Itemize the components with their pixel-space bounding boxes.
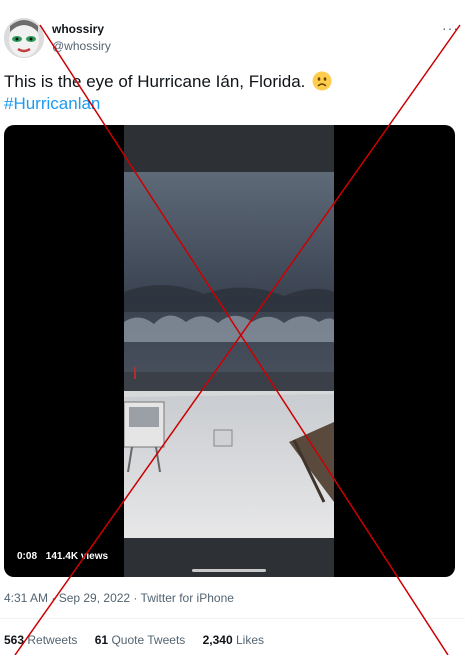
- tweet-timestamp[interactable]: 4:31 AM · Sep 29, 2022 · Twitter for iPh…: [4, 591, 234, 605]
- likes-stat[interactable]: 2,340 Likes: [203, 633, 264, 647]
- likes-count: 2,340: [202, 633, 233, 647]
- video-thumbnail[interactable]: [124, 172, 334, 538]
- retweets-count: 563: [4, 633, 25, 647]
- divider: [0, 618, 465, 619]
- quote-tweets-stat[interactable]: 61 Quote Tweets: [95, 633, 186, 647]
- quotes-count: 61: [94, 633, 109, 647]
- video-meta: 0:08 141.4K views: [17, 551, 114, 562]
- quotes-label: Quote Tweets: [111, 633, 186, 647]
- author-display-name[interactable]: whossiry: [52, 22, 104, 36]
- tweet-text: This is the eye of Hurricane Ián, Florid…: [4, 71, 444, 93]
- avatar-face-icon: [4, 18, 44, 58]
- more-options-icon[interactable]: ···: [442, 20, 459, 36]
- tweet-text-body: This is the eye of Hurricane Ián, Florid…: [4, 72, 306, 91]
- video-player[interactable]: 0:08 141.4K views: [4, 125, 455, 577]
- retweets-label: Retweets: [27, 633, 78, 647]
- likes-label: Likes: [236, 633, 265, 647]
- author-handle[interactable]: @whossiry: [52, 39, 111, 53]
- engagement-stats: 563 Retweets 61 Quote Tweets 2,340 Likes: [4, 633, 278, 647]
- video-progress-handle[interactable]: [192, 569, 266, 572]
- retweets-stat[interactable]: 563 Retweets: [4, 633, 77, 647]
- avatar[interactable]: [4, 18, 44, 58]
- hashtag-link[interactable]: #Hurricanlan: [4, 94, 100, 114]
- frowning-face-emoji-icon: [312, 71, 332, 91]
- video-views: 141.4K views: [45, 551, 109, 562]
- video-duration: 0:08: [17, 551, 38, 562]
